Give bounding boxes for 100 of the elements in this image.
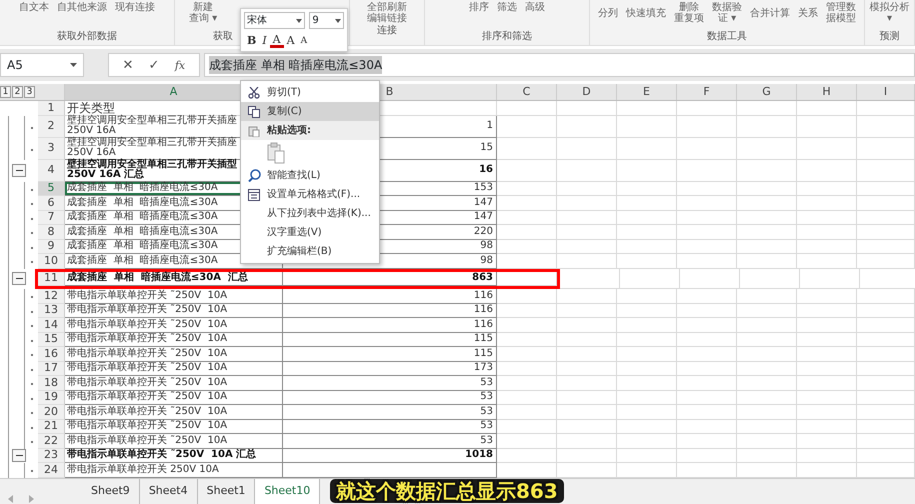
collapse-button[interactable] bbox=[12, 448, 26, 462]
row-header[interactable]: 11 bbox=[38, 272, 65, 286]
empty-cell bbox=[557, 332, 617, 347]
paste-icon[interactable] bbox=[267, 142, 285, 164]
ribbon-button[interactable]: 数据验 证 ▾ bbox=[712, 2, 742, 24]
outline-line bbox=[24, 463, 25, 478]
empty-cell bbox=[797, 182, 857, 196]
row-header[interactable]: 1 bbox=[38, 101, 65, 116]
row-header[interactable]: 7 bbox=[38, 210, 65, 225]
menu-heading: 粘贴选项: bbox=[241, 121, 379, 140]
row-header[interactable]: 16 bbox=[38, 347, 65, 362]
ribbon-button[interactable]: 删除 重复项 bbox=[674, 2, 704, 24]
sheet-tab[interactable]: Sheet9 bbox=[82, 479, 140, 504]
grow-font-button[interactable]: A bbox=[284, 33, 298, 50]
empty-cell bbox=[737, 448, 797, 463]
empty-cell bbox=[797, 376, 857, 390]
empty-cell bbox=[617, 196, 677, 210]
ribbon-button[interactable]: 关系 bbox=[798, 2, 818, 24]
formula-field[interactable]: 成套插座 单相 暗插座电流≤30A bbox=[204, 53, 915, 77]
row-header[interactable]: 10 bbox=[38, 254, 65, 268]
row-header[interactable]: 23 bbox=[38, 448, 65, 463]
font-dropdown[interactable]: 宋体 bbox=[244, 12, 306, 29]
empty-cell bbox=[677, 101, 737, 116]
ribbon-button[interactable]: 快速填充 bbox=[626, 2, 666, 24]
size-dropdown[interactable]: 9 bbox=[309, 12, 344, 29]
shrink-font-button[interactable]: A bbox=[298, 34, 310, 48]
table-cell: 863 bbox=[283, 272, 497, 286]
table-cell: 带电指示单联单控开关 ˜250V 10A 汇总 bbox=[65, 448, 283, 463]
row-header[interactable]: 21 bbox=[38, 420, 65, 434]
row-header[interactable]: 2 bbox=[38, 116, 65, 138]
sheet-tab[interactable]: Sheet4 bbox=[140, 479, 198, 504]
column-header[interactable]: D bbox=[557, 84, 617, 100]
empty-cell bbox=[737, 390, 797, 405]
row-header[interactable]: 8 bbox=[38, 225, 65, 240]
menu-item[interactable]: 复制(C) bbox=[241, 102, 379, 121]
empty-cell bbox=[617, 362, 677, 376]
empty-cell bbox=[857, 304, 915, 318]
empty-cell bbox=[497, 182, 557, 196]
table-cell: 带电指示单联单控开关 ˜250V 10A bbox=[65, 289, 283, 304]
row-header[interactable]: 22 bbox=[38, 434, 65, 448]
ribbon-button[interactable]: 分列 bbox=[598, 2, 618, 24]
ribbon-button[interactable]: 新建 查询 ▾ bbox=[189, 2, 218, 24]
row-header[interactable]: 20 bbox=[38, 405, 65, 420]
column-header[interactable]: C bbox=[497, 84, 557, 100]
row-header[interactable]: 15 bbox=[38, 332, 65, 347]
row-header[interactable]: 4 bbox=[38, 160, 65, 182]
column-header[interactable]: G bbox=[737, 84, 797, 100]
row-header[interactable]: 3 bbox=[38, 138, 65, 160]
row-header[interactable]: 6 bbox=[38, 196, 65, 210]
column-header[interactable]: H bbox=[797, 84, 857, 100]
empty-cell bbox=[737, 101, 797, 116]
ribbon-button[interactable]: 排序 bbox=[469, 2, 489, 13]
column-header[interactable]: I bbox=[857, 84, 915, 100]
ribbon-button[interactable]: 全部刷新 bbox=[367, 2, 407, 13]
empty-cell bbox=[677, 376, 737, 390]
function-button[interactable]: fx bbox=[167, 54, 193, 78]
font-color-button[interactable]: A bbox=[270, 34, 284, 48]
ribbon-button[interactable]: 模拟分析 ▾ bbox=[870, 2, 910, 24]
row-header[interactable]: 18 bbox=[38, 376, 65, 390]
ribbon-button[interactable]: 筛选 bbox=[497, 2, 517, 13]
row-header[interactable]: 14 bbox=[38, 318, 65, 332]
outline-level-button[interactable]: 2 bbox=[12, 86, 23, 98]
bold-button[interactable]: B bbox=[244, 33, 260, 50]
ribbon-button[interactable]: 管理数 据模型 bbox=[826, 2, 856, 24]
italic-button[interactable]: I bbox=[259, 33, 270, 50]
sheet-tab[interactable]: Sheet10 bbox=[255, 479, 320, 504]
empty-cell bbox=[737, 434, 797, 448]
ribbon-button[interactable]: 高级 bbox=[525, 2, 545, 13]
ribbon-button[interactable]: 现有连接 bbox=[115, 2, 155, 13]
row-header[interactable]: 9 bbox=[38, 240, 65, 254]
column-header[interactable]: F bbox=[677, 84, 737, 100]
ribbon-button[interactable]: 合并计算 bbox=[750, 2, 790, 24]
empty-cell bbox=[797, 240, 857, 254]
column-header[interactable]: E bbox=[617, 84, 677, 100]
empty-cell bbox=[497, 420, 557, 434]
empty-cell bbox=[737, 210, 797, 225]
row-header[interactable]: 5 bbox=[38, 182, 65, 196]
outline-level-button[interactable]: 1 bbox=[0, 86, 11, 98]
row-header[interactable]: 24 bbox=[38, 463, 65, 478]
outline-level-button[interactable]: 3 bbox=[24, 86, 35, 98]
collapse-button[interactable] bbox=[12, 164, 26, 176]
cancel-button[interactable]: ✕ bbox=[115, 54, 141, 78]
enter-button[interactable]: ✓ bbox=[141, 54, 167, 78]
empty-cell bbox=[737, 362, 797, 376]
empty-cell bbox=[677, 434, 737, 448]
table-cell: 116 bbox=[283, 318, 497, 332]
ribbon-button[interactable]: 编辑链接 bbox=[367, 13, 407, 24]
collapse-button[interactable] bbox=[12, 272, 26, 285]
empty-cell bbox=[857, 254, 915, 268]
row-header[interactable]: 19 bbox=[38, 390, 65, 405]
empty-cell bbox=[617, 138, 677, 160]
row-header[interactable]: 12 bbox=[38, 289, 65, 304]
empty-cell bbox=[797, 138, 857, 160]
ribbon-button[interactable]: 自文本 bbox=[19, 2, 49, 13]
row-header[interactable]: 17 bbox=[38, 362, 65, 376]
name-box[interactable]: A5 bbox=[0, 53, 84, 77]
row-header[interactable]: 13 bbox=[38, 304, 65, 318]
empty-cell bbox=[797, 405, 857, 420]
group-label: 连接 bbox=[376, 25, 398, 36]
ribbon-button[interactable]: 自其他来源 bbox=[57, 2, 107, 13]
